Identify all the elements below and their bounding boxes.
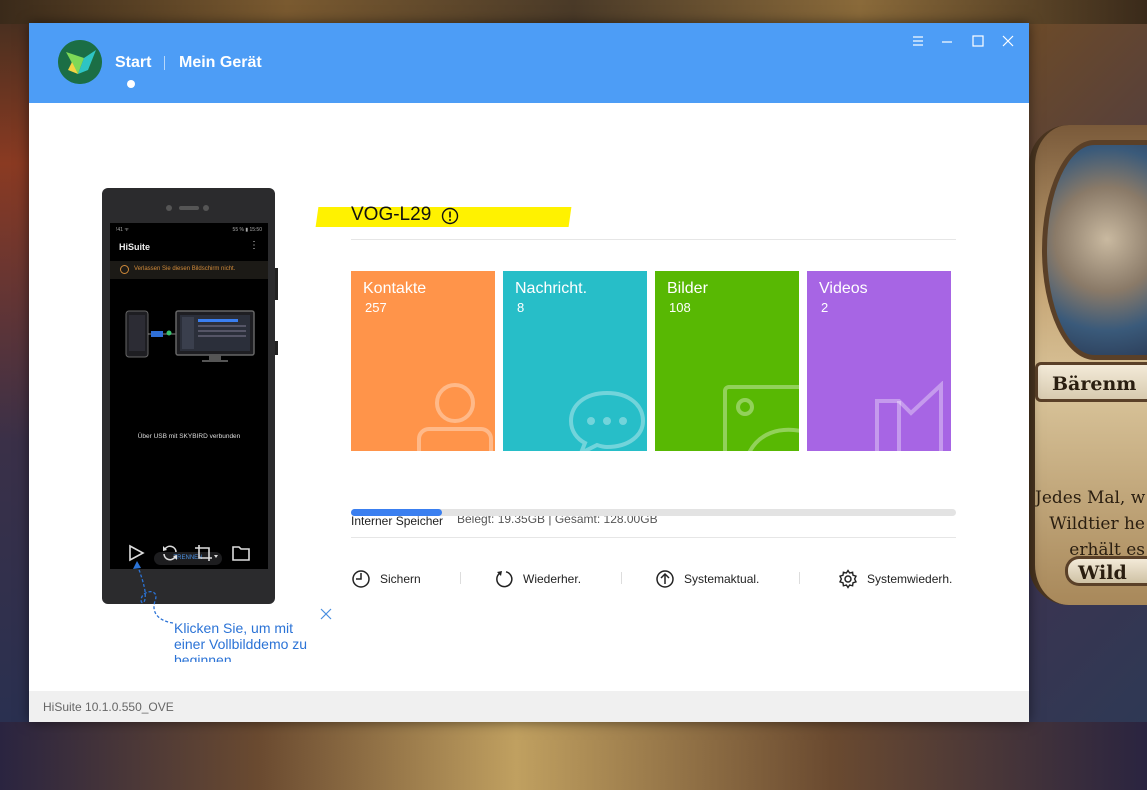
phone-side-button — [275, 341, 278, 355]
phone-connection-status: Über USB mit SKYBIRD verbunden — [137, 433, 241, 440]
phone-warning-text: Verlassen Sie diesen Bildschirm nicht. — [134, 266, 236, 272]
tile-label: Kontakte — [363, 280, 427, 297]
action-separator — [621, 572, 622, 584]
background-card-text: Jedes Mal, w Wildtier he erhält es — [1035, 485, 1147, 563]
active-tab-indicator — [127, 80, 135, 88]
phone-camera — [203, 205, 209, 211]
video-clapper-icon — [875, 381, 943, 451]
backup-button[interactable]: Sichern — [351, 569, 441, 588]
phone-sensor — [166, 205, 172, 211]
phone-side-button — [275, 268, 278, 300]
refresh-icon[interactable] — [160, 543, 180, 563]
tile-count: 8 — [517, 300, 525, 315]
close-icon[interactable] — [1000, 33, 1016, 49]
storage-progress-fill — [351, 509, 443, 516]
phone-screen: !41 ᯤ 55 % ▮ 15:50 HiSuite ⋮ Verlassen S… — [110, 223, 268, 569]
menu-icon[interactable] — [910, 33, 926, 49]
background-card-line: Wildtier he — [1049, 514, 1145, 534]
storage-label: Interner Speicher — [351, 514, 444, 528]
phone-app-title: HiSuite — [119, 242, 151, 252]
play-demo-icon[interactable] — [126, 543, 146, 563]
nav-tab-my-device[interactable]: Mein Gerät — [179, 54, 262, 72]
tile-label: Nachricht. — [515, 280, 588, 297]
picture-icon — [723, 385, 799, 451]
status-footer: HiSuite 10.1.0.550_OVE — [29, 691, 1029, 722]
system-update-button[interactable]: Systemaktual. — [655, 569, 775, 588]
titlebar[interactable]: Start Mein Gerät — [29, 23, 1029, 103]
contact-person-icon — [417, 383, 493, 451]
tile-pictures[interactable]: Bilder 108 — [655, 271, 799, 451]
background-card-line: Jedes Mal, w — [1035, 488, 1146, 508]
action-separator — [460, 572, 461, 584]
minimize-icon[interactable] — [939, 33, 955, 49]
header-divider — [351, 239, 956, 240]
phone-warning-banner: Verlassen Sie diesen Bildschirm nicht. — [110, 261, 268, 279]
hisuite-window: Start Mein Gerät !41 ᯤ 55 % ▮ 15:50 HiSu… — [29, 23, 1029, 722]
phone-warning-icon — [120, 265, 129, 274]
phone-status-left: !41 ᯤ — [116, 227, 129, 233]
phone-speaker — [179, 206, 199, 210]
tile-messages[interactable]: Nachricht. 8 — [503, 271, 647, 451]
hint-close-icon[interactable] — [320, 608, 332, 620]
hisuite-logo-icon — [58, 40, 102, 84]
desktop-background-top — [0, 0, 1147, 24]
system-recovery-label: Systemwiederh. — [867, 572, 953, 586]
restore-label: Wiederher. — [523, 572, 582, 586]
desktop-background-bottom — [0, 722, 1147, 790]
backup-clock-icon — [352, 570, 370, 588]
storage-divider — [351, 537, 956, 538]
tile-label: Bilder — [667, 280, 708, 297]
backup-label: Sichern — [380, 572, 421, 586]
nav-separator — [164, 56, 165, 70]
tile-count: 2 — [821, 300, 829, 315]
tile-count: 257 — [365, 300, 387, 315]
restore-button[interactable]: Wiederher. — [494, 569, 594, 588]
tile-contacts[interactable]: Kontakte 257 — [351, 271, 495, 451]
background-card-portrait — [1042, 140, 1147, 360]
demo-hint-text: Klicken Sie, um mit einer Vollbilddemo z… — [174, 620, 308, 662]
action-separator — [799, 572, 800, 584]
restore-icon — [496, 571, 513, 588]
crop-screenshot-icon[interactable] — [194, 543, 220, 563]
maximize-icon[interactable] — [970, 33, 986, 49]
desktop-background-left — [0, 24, 30, 722]
tile-label: Videos — [819, 280, 868, 297]
system-update-label: Systemaktual. — [684, 572, 760, 586]
background-card-footer: Wild — [1065, 556, 1147, 586]
hint-arrow — [133, 561, 174, 624]
message-bubble-icon — [568, 390, 646, 451]
phone-overflow-menu-icon: ⋮ — [249, 240, 259, 251]
folder-icon[interactable] — [231, 543, 251, 563]
storage-progress-bar — [351, 509, 956, 516]
nav-tab-start[interactable]: Start — [115, 54, 151, 72]
system-recovery-button[interactable]: Systemwiederh. — [838, 569, 958, 589]
system-update-icon — [656, 570, 674, 588]
tile-count: 108 — [669, 300, 691, 315]
phone-preview: !41 ᯤ 55 % ▮ 15:50 HiSuite ⋮ Verlassen S… — [102, 188, 275, 604]
phone-status-right: 55 % ▮ 15:50 — [232, 227, 262, 233]
system-recovery-gear-icon — [839, 569, 857, 589]
app-version: HiSuite 10.1.0.550_OVE — [43, 700, 174, 714]
phone-pc-connection-illustration — [125, 310, 255, 362]
device-name: VOG-L29 — [351, 204, 432, 225]
background-card-banner: Bärenm — [1035, 362, 1147, 402]
device-info-icon[interactable] — [441, 207, 459, 225]
tile-videos[interactable]: Videos 2 — [807, 271, 951, 451]
